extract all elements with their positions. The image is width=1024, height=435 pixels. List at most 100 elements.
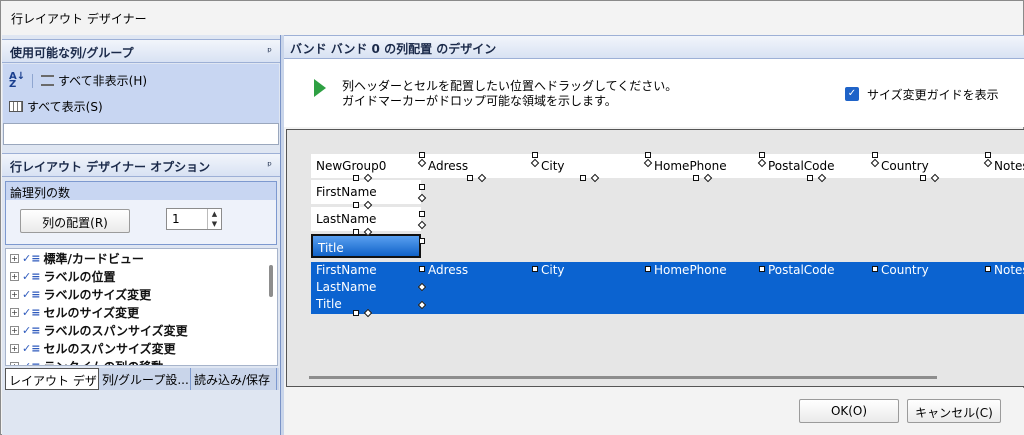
play-icon	[314, 79, 326, 97]
toolbar-separator	[32, 73, 33, 88]
toolbar-row-1: A↓ Z すべて非表示(H)	[9, 72, 147, 90]
tree-item[interactable]: + ✓≡ セルのスパンサイズ変更	[10, 339, 176, 357]
data-cell[interactable]: Adress	[423, 261, 533, 279]
plus-expand-icon[interactable]: +	[10, 271, 19, 281]
plus-expand-icon[interactable]: +	[10, 307, 19, 317]
logical-columns-label: 論理列の数	[10, 186, 71, 200]
pin-icon[interactable]: ᵖ	[267, 159, 272, 172]
header-cell[interactable]: Notes	[989, 154, 1024, 178]
column-count-value: 1	[172, 212, 180, 226]
resize-handle[interactable]	[645, 266, 651, 272]
checkbox-icon[interactable]: ✓	[845, 87, 859, 101]
plus-expand-icon[interactable]: +	[10, 325, 19, 335]
check-list-icon: ✓≡	[22, 323, 41, 337]
resize-handle[interactable]	[580, 175, 586, 181]
resize-handle[interactable]	[419, 184, 425, 190]
tree-scrollbar[interactable]	[269, 265, 273, 297]
resize-handle[interactable]	[759, 266, 765, 272]
label-cell-selected[interactable]: Title	[311, 234, 421, 258]
resize-handle[interactable]	[467, 175, 473, 181]
data-cell[interactable]: Notes	[989, 261, 1024, 279]
list-icon	[41, 75, 54, 86]
sort-az-icon[interactable]: A↓ Z	[9, 72, 25, 90]
resize-handle[interactable]	[353, 310, 359, 316]
resize-handle[interactable]	[532, 152, 538, 158]
design-panel-header: バンド バンド 0 の列配置 のデザイン	[284, 35, 1024, 59]
resize-handle[interactable]	[419, 211, 425, 217]
resize-handle[interactable]	[985, 152, 991, 158]
resize-handle[interactable]	[353, 202, 359, 208]
plus-expand-icon[interactable]: +	[10, 343, 19, 353]
resize-handle[interactable]	[807, 175, 813, 181]
resize-handle[interactable]	[693, 175, 699, 181]
column-count-stepper[interactable]: 1 ▲ ▼	[166, 208, 222, 230]
resize-handle[interactable]	[872, 266, 878, 272]
cancel-button[interactable]: キャンセル(C)	[907, 399, 1001, 423]
instruction-line-2: ガイドマーカーがドロップ可能な領域を示します。	[342, 94, 617, 108]
layout-design-canvas[interactable]: NewGroup0 Adress City HomePhone PostalCo…	[286, 129, 1024, 387]
window-title: 行レイアウト デザイナー	[11, 12, 147, 26]
pin-icon[interactable]: ᵖ	[267, 45, 272, 58]
resize-handle[interactable]	[920, 175, 926, 181]
columns-list[interactable]	[3, 123, 279, 145]
header-cell[interactable]: City	[536, 154, 646, 178]
arrange-columns-button[interactable]: 列の配置(R)	[20, 209, 130, 233]
resize-handle[interactable]	[532, 266, 538, 272]
data-cell[interactable]: City	[536, 261, 646, 279]
logical-columns-group: 論理列の数 列の配置(R) 1 ▲ ▼	[5, 181, 277, 245]
plus-expand-icon[interactable]: +	[10, 253, 19, 263]
design-panel-title: バンド バンド 0 の列配置 のデザイン	[290, 42, 497, 56]
header-cell[interactable]: PostalCode	[763, 154, 873, 178]
resize-handle[interactable]	[872, 152, 878, 158]
header-cell[interactable]: Adress	[423, 154, 533, 178]
plus-expand-icon[interactable]: +	[10, 361, 19, 365]
resize-handle[interactable]	[759, 152, 765, 158]
data-cell[interactable]: HomePhone	[649, 261, 759, 279]
group-header: 論理列の数	[6, 182, 276, 200]
label-cell[interactable]: LastName	[311, 207, 421, 231]
tree-item[interactable]: + ✓≡ ラベルの位置	[10, 267, 115, 285]
columns-panel-title: 使用可能な列/グループ	[10, 46, 134, 60]
toolbar-row-2: すべて表示(S)	[9, 98, 103, 115]
data-cell[interactable]: FirstName	[311, 261, 421, 279]
resize-handle[interactable]	[985, 266, 991, 272]
check-list-icon: ✓≡	[22, 287, 41, 301]
tab-column-group-settings[interactable]: 列/グループ設...	[99, 368, 191, 390]
label-cell[interactable]: FirstName	[311, 180, 421, 204]
show-all-button[interactable]: すべて表示(S)	[27, 98, 103, 115]
left-pane: 使用可能な列/グループ ᵖ A↓ Z すべて非表示(H) すべて表示(S) 行レイ…	[2, 35, 280, 435]
canvas-scrollbar[interactable]	[309, 376, 937, 379]
options-panel-header: 行レイアウト デザイナー オプション ᵖ	[2, 153, 280, 177]
grid-icon	[9, 101, 23, 112]
tree-item[interactable]: + ✓≡ ラベルのサイズ変更	[10, 285, 151, 303]
header-cell[interactable]: HomePhone	[649, 154, 759, 178]
options-tree: + ✓≡ 標準/カードビュー + ✓≡ ラベルの位置 + ✓≡ ラベルのサイズ変更 + ✓≡ セ…	[5, 248, 278, 366]
plus-expand-icon[interactable]: +	[10, 289, 19, 299]
row-layout-designer-window: 行レイアウト デザイナー 使用可能な列/グループ ᵖ A↓ Z すべて非表示(H)…	[0, 0, 1024, 435]
show-guides-label[interactable]: サイズ変更ガイドを表示	[867, 86, 999, 103]
resize-handle[interactable]	[419, 152, 425, 158]
resize-handle[interactable]	[645, 152, 651, 158]
data-cell[interactable]: PostalCode	[763, 261, 873, 279]
tree-item[interactable]: + ✓≡ セルのサイズ変更	[10, 303, 139, 321]
left-tabs: レイアウト デザ... 列/グループ設... 読み込み/保存	[5, 368, 279, 390]
tree-item[interactable]: + ✓≡ 標準/カードビュー	[10, 249, 144, 267]
resize-handle[interactable]	[419, 266, 425, 272]
tab-layout-designer[interactable]: レイアウト デザ...	[5, 368, 99, 390]
tree-item[interactable]: +✓≡ランタイムの列の移動	[10, 357, 163, 365]
hide-all-button[interactable]: すべて非表示(H)	[58, 72, 147, 89]
resize-handle[interactable]	[353, 229, 359, 235]
check-list-icon: ✓≡	[22, 269, 41, 283]
data-cell[interactable]: LastName	[311, 278, 421, 296]
tab-load-save[interactable]: 読み込み/保存	[191, 368, 277, 390]
options-panel-title: 行レイアウト デザイナー オプション	[10, 160, 211, 174]
ok-button[interactable]: OK(O)	[799, 399, 899, 423]
resize-handle[interactable]	[419, 238, 425, 244]
header-cell[interactable]: Country	[876, 154, 986, 178]
stepper-arrows[interactable]: ▲ ▼	[207, 209, 221, 229]
check-list-icon: ✓≡	[22, 305, 41, 319]
check-list-icon: ✓≡	[22, 341, 41, 355]
data-cell[interactable]: Country	[876, 261, 986, 279]
tree-item[interactable]: + ✓≡ ラベルのスパンサイズ変更	[10, 321, 188, 339]
resize-handle[interactable]	[353, 175, 359, 181]
